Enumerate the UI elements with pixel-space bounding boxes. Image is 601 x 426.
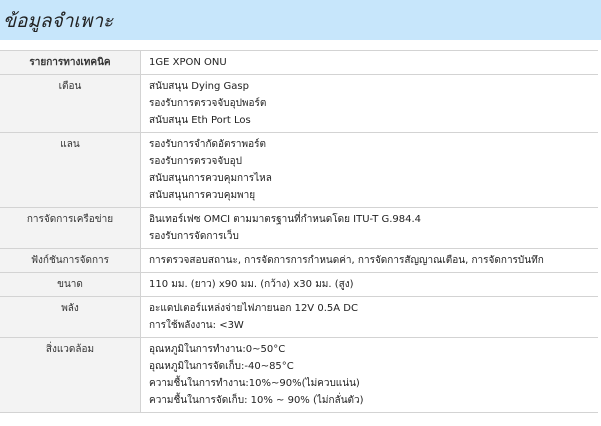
spec-table: รายการทางเทคนิค 1GE XPON ONU เตือน สนับส… (0, 50, 598, 413)
row-label: รายการทางเทคนิค (0, 50, 141, 75)
row-label: พลัง (0, 296, 141, 338)
row-value: อะแดปเตอร์แหล่งจ่ายไฟภายนอก 12V 0.5A DC … (140, 296, 598, 338)
row-label: เตือน (0, 74, 141, 133)
row-label: การจัดการเครือข่าย (0, 207, 141, 249)
row-label: สิ่งแวดล้อม (0, 337, 141, 413)
value-line: รองรับการจัดการเว็บ (149, 231, 239, 242)
table-row: แลน รองรับการจำกัดอัตราพอร์ต รองรับการตร… (0, 132, 598, 208)
value-line: การตรวจสอบสถานะ, การจัดการการกำหนดค่า, ก… (149, 255, 544, 266)
table-row: การจัดการเครือข่าย อินเทอร์เฟซ OMCI ตามม… (0, 207, 598, 249)
value-line: อะแดปเตอร์แหล่งจ่ายไฟภายนอก 12V 0.5A DC (149, 303, 358, 314)
row-value: สนับสนุน Dying Gasp รองรับการตรวจจับอุปพ… (140, 74, 598, 133)
row-value: 110 มม. (ยาว) x90 มม. (กว้าง) x30 มม. (ส… (140, 272, 598, 297)
row-label: ขนาด (0, 272, 141, 297)
row-label: แลน (0, 132, 141, 208)
value-line: 110 มม. (ยาว) x90 มม. (กว้าง) x30 มม. (ส… (149, 279, 354, 290)
section-header: ข้อมูลจำเพาะ (0, 0, 601, 40)
value-line: รองรับการตรวจจับอุปพอร์ต (149, 98, 267, 109)
value-line: สนับสนุน Dying Gasp (149, 81, 249, 92)
section-title: ข้อมูลจำเพาะ (3, 10, 114, 32)
value-line: อุณหภูมิในการจัดเก็บ:-40~85°C (149, 361, 294, 372)
value-line: อินเทอร์เฟซ OMCI ตามมาตรฐานที่กำหนดโดย I… (149, 214, 422, 225)
value-line: สนับสนุนการควบคุมพายุ (149, 190, 256, 201)
row-value: การตรวจสอบสถานะ, การจัดการการกำหนดค่า, ก… (140, 248, 598, 273)
table-row: พลัง อะแดปเตอร์แหล่งจ่ายไฟภายนอก 12V 0.5… (0, 296, 598, 338)
row-value: อุณหภูมิในการทำงาน:0~50°C อุณหภูมิในการจ… (140, 337, 598, 413)
row-label: ฟังก์ชันการจัดการ (0, 248, 141, 273)
table-row: ฟังก์ชันการจัดการ การตรวจสอบสถานะ, การจั… (0, 248, 598, 273)
row-value: รองรับการจำกัดอัตราพอร์ต รองรับการตรวจจั… (140, 132, 598, 208)
row-value: อินเทอร์เฟซ OMCI ตามมาตรฐานที่กำหนดโดย I… (140, 207, 598, 249)
table-row: รายการทางเทคนิค 1GE XPON ONU (0, 50, 598, 75)
value-line: 1GE XPON ONU (149, 57, 227, 68)
value-line: รองรับการตรวจจับอุป (149, 156, 242, 167)
value-line: สนับสนุน Eth Port Los (149, 115, 251, 126)
value-line: ความชื้นในการทำงาน:10%~90%(ไม่ควบแน่น) (149, 378, 360, 389)
value-line: อุณหภูมิในการทำงาน:0~50°C (149, 344, 286, 355)
table-row: ขนาด 110 มม. (ยาว) x90 มม. (กว้าง) x30 ม… (0, 272, 598, 297)
table-row: เตือน สนับสนุน Dying Gasp รองรับการตรวจจ… (0, 74, 598, 133)
value-line: ความชื้นในการจัดเก็บ: 10% ~ 90% (ไม่กลั่… (149, 395, 364, 406)
value-line: รองรับการจำกัดอัตราพอร์ต (149, 139, 266, 150)
table-row: สิ่งแวดล้อม อุณหภูมิในการทำงาน:0~50°C อุ… (0, 337, 598, 413)
value-line: การใช้พลังงาน: <3W (149, 320, 244, 331)
row-value: 1GE XPON ONU (140, 50, 598, 75)
value-line: สนับสนุนการควบคุมการไหล (149, 173, 272, 184)
